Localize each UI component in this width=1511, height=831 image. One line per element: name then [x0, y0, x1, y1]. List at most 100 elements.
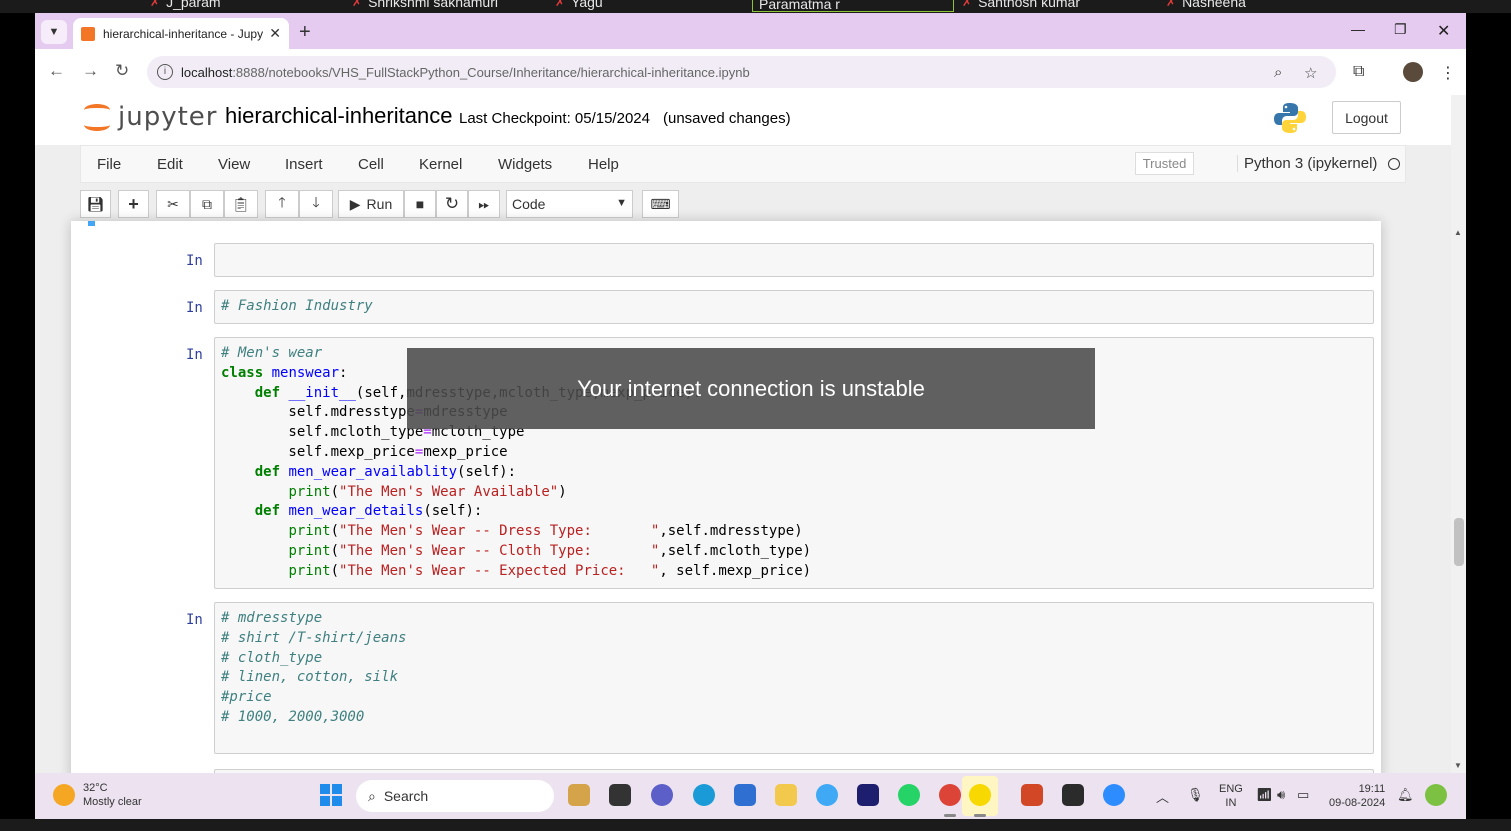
logout-button[interactable]: Logout	[1332, 101, 1401, 134]
menu-cell[interactable]: Cell	[358, 156, 384, 173]
trusted-indicator[interactable]: Trusted	[1135, 152, 1194, 175]
insert-cell-button[interactable]: +	[118, 190, 149, 218]
code-cell-comments[interactable]: # mdresstype # shirt /T-shirt/jeans # cl…	[214, 602, 1374, 754]
screen: ✗ J_param ✗ Shrikshmi sakhamuri ✗ Yagu Para…	[0, 0, 1511, 831]
restart-button[interactable]: ↻	[436, 190, 468, 218]
active-app-indicator	[944, 814, 956, 817]
menu-widgets[interactable]: Widgets	[498, 156, 552, 173]
weather-widget[interactable]: 32°C Mostly clear	[53, 781, 142, 809]
command-palette-button[interactable]: ⌨	[642, 190, 679, 218]
arrow-down-icon: 🡓	[312, 194, 320, 210]
profile-avatar[interactable]	[1403, 62, 1423, 82]
terminal-icon[interactable]	[1062, 784, 1084, 806]
participant-tile-active[interactable]: Paramatma r	[752, 0, 954, 12]
input-language[interactable]: ENG IN	[1219, 782, 1243, 810]
url-bar[interactable]: i localhost:8888/notebooks/VHS_FullStack…	[147, 56, 1336, 88]
volume-icon[interactable]: 🔊︎	[1277, 787, 1285, 803]
battery-icon[interactable]: ▭	[1297, 787, 1309, 803]
interrupt-button[interactable]: ■	[404, 190, 436, 218]
new-tab-button[interactable]: +	[299, 21, 311, 44]
tab-search-button[interactable]: ▼	[41, 20, 67, 44]
video-app-icon[interactable]	[857, 784, 879, 806]
jupyter-logo-icon	[84, 101, 110, 133]
whatsapp-icon[interactable]	[898, 784, 920, 806]
task-view-icon[interactable]	[609, 784, 631, 806]
jupyter-toolbar: 💾︎ + ✂ ⧉ 📋︎ 🡑 🡓 ▶ Run ■ ↻ ⏩︎ Code ▼ ⌨	[80, 188, 1406, 222]
restore-button[interactable]: ❐	[1394, 21, 1407, 38]
participant-tile-1[interactable]: ✗ J_param	[150, 0, 221, 10]
page-scrollbar[interactable]: ▲ ▼	[1451, 95, 1466, 773]
kernel-name[interactable]: Python 3 (ipykernel)	[1237, 155, 1377, 172]
scroll-thumb[interactable]	[1454, 518, 1464, 566]
windows-taskbar: 32°C Mostly clear ⌕ Search ︿ 🎙︎ ENG IN 📶…	[35, 773, 1466, 819]
microphone-icon[interactable]: 🎙︎	[1187, 787, 1204, 803]
paste-button[interactable]: 📋︎	[224, 190, 258, 218]
zoom-app-icon[interactable]	[1103, 784, 1125, 806]
menu-help[interactable]: Help	[588, 156, 619, 173]
taskbar-search[interactable]: ⌕ Search	[356, 780, 554, 812]
extensions-icon[interactable]: ⧉	[1353, 63, 1364, 81]
url-host: localhost	[181, 64, 233, 80]
move-up-button[interactable]: 🡑	[265, 190, 299, 218]
scissors-icon: ✂	[167, 195, 179, 212]
powerpoint-icon[interactable]	[1021, 784, 1043, 806]
edge-browser-icon[interactable]	[693, 784, 715, 806]
url-path: :8888/notebooks/VHS_FullStackPython_Cour…	[232, 64, 750, 80]
cut-button[interactable]: ✂	[156, 190, 190, 218]
minimize-button[interactable]: —	[1351, 21, 1365, 37]
jupyter-page: jupyter hierarchical-inheritance Last Ch…	[35, 95, 1466, 773]
close-tab-icon[interactable]: ✕	[269, 25, 281, 42]
participant-tile-3[interactable]: ✗ Yagu	[555, 0, 603, 10]
code-cell-fashion[interactable]: # Fashion Industry	[214, 290, 1374, 324]
start-button[interactable]	[320, 784, 342, 806]
save-button[interactable]: 💾︎	[80, 190, 111, 218]
tasks-app-icon[interactable]	[969, 784, 991, 806]
scroll-up-icon[interactable]: ▲	[1454, 228, 1462, 237]
scroll-down-icon[interactable]: ▼	[1454, 761, 1462, 770]
back-button[interactable]: ←	[48, 61, 65, 81]
site-info-icon[interactable]: i	[157, 64, 173, 80]
teams-chat-icon[interactable]	[651, 784, 673, 806]
notebook-name[interactable]: hierarchical-inheritance	[225, 103, 452, 129]
plus-icon: +	[128, 193, 139, 214]
move-down-button[interactable]: 🡓	[299, 190, 333, 218]
close-window-button[interactable]: ✕	[1437, 21, 1450, 41]
menu-view[interactable]: View	[218, 156, 250, 173]
copilot-tray-icon[interactable]	[1425, 784, 1447, 806]
participant-tile-6[interactable]: ✗ Nasheena	[1166, 0, 1246, 10]
restart-run-all-button[interactable]: ⏩︎	[468, 190, 500, 218]
more-menu-icon[interactable]: ⋮	[1440, 63, 1456, 83]
menu-file[interactable]: File	[97, 156, 121, 173]
system-clock[interactable]: 19:11 09-08-2024	[1329, 782, 1385, 810]
jupyter-favicon-icon	[81, 26, 95, 41]
copilot-icon[interactable]	[816, 784, 838, 806]
active-app-indicator	[974, 814, 986, 817]
tab-jupyter[interactable]: hierarchical-inheritance - Jupyter ✕	[73, 18, 289, 49]
arrow-up-icon: 🡑	[278, 194, 286, 210]
forward-button[interactable]: →	[82, 61, 99, 81]
code-cell-empty[interactable]	[214, 243, 1374, 277]
tray-overflow-icon[interactable]: ︿	[1156, 787, 1169, 806]
file-explorer-icon[interactable]	[775, 784, 797, 806]
bookmark-star-icon[interactable]: ☆	[1304, 64, 1317, 82]
cell-type-select[interactable]: Code ▼	[506, 190, 633, 218]
mic-muted-icon: ✗	[1166, 0, 1177, 9]
notifications-icon[interactable]: 🔔︎	[1397, 787, 1414, 803]
chrome-browser-icon[interactable]	[939, 784, 961, 806]
reload-button[interactable]: ↻	[115, 61, 129, 81]
mic-muted-icon: ✗	[962, 0, 973, 9]
restart-icon: ↻	[444, 194, 460, 213]
zoom-icon[interactable]: ⌕	[1274, 64, 1282, 81]
paste-icon: 📋︎	[232, 195, 250, 212]
wifi-icon[interactable]: 📶︎	[1256, 787, 1273, 803]
participant-tile-5[interactable]: ✗ Santhosh kumar	[962, 0, 1080, 10]
menu-edit[interactable]: Edit	[157, 156, 183, 173]
menu-kernel[interactable]: Kernel	[419, 156, 462, 173]
jupyter-logo[interactable]: jupyter	[84, 101, 217, 133]
copy-button[interactable]: ⧉	[190, 190, 224, 218]
notebook-panel: In [ ]: In [ ]: # Fashion Industry In [ …	[71, 221, 1381, 773]
microsoft-store-icon[interactable]	[734, 784, 756, 806]
run-button[interactable]: ▶ Run	[338, 190, 404, 218]
menu-insert[interactable]: Insert	[285, 156, 323, 173]
participant-tile-2[interactable]: ✗ Shrikshmi sakhamuri	[352, 0, 498, 10]
